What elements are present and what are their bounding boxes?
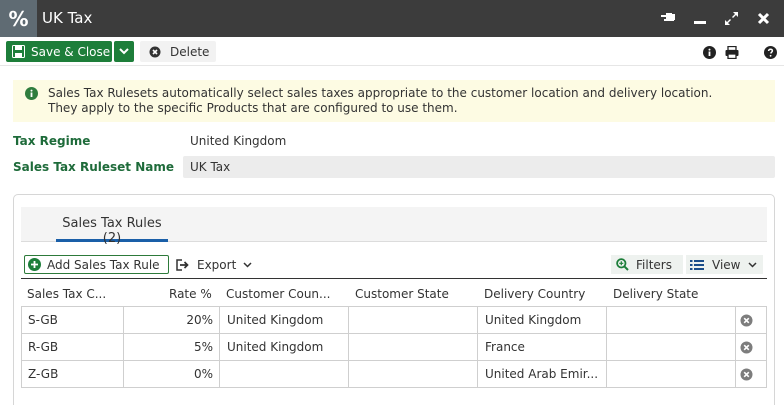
tab-sales-tax-rules[interactable]: Sales Tax Rules (2) [56,207,168,246]
add-sales-tax-rule-label: Add Sales Tax Rule [47,257,160,272]
save-options-button[interactable] [114,41,134,62]
delete-button[interactable]: Delete [140,41,216,62]
toolbar: Save & Close Delete [0,37,784,66]
tax-regime-value: United Kingdom [190,134,287,148]
info-banner: Sales Tax Rulesets automatically select … [13,80,775,122]
ruleset-name-label: Sales Tax Ruleset Name [13,160,174,174]
close-icon[interactable] [752,7,774,29]
cell-customer-state [356,307,474,333]
info-icon[interactable] [701,44,717,60]
delete-icon [149,46,161,58]
cell-customer-state [356,361,474,387]
search-icon [616,258,629,271]
column-header-delivery-state[interactable]: Delivery State [613,287,698,301]
remove-row-icon[interactable] [740,368,753,381]
column-header-sales-tax-code[interactable]: Sales Tax C... [27,287,106,301]
list-icon [690,259,704,271]
export-button[interactable]: Export [176,255,252,274]
minimize-icon[interactable] [689,7,711,29]
cell-delivery-country: United Kingdom [485,313,582,327]
cell-delivery-state [614,361,732,387]
title-bar: % UK Tax [0,0,784,37]
cell-rate: 0% [193,367,213,381]
pin-icon[interactable] [658,7,680,29]
grid-body: S-GB 20% United Kingdom United Kingdom R… [21,306,767,388]
table-row[interactable]: R-GB 5% United Kingdom France [21,334,767,361]
add-sales-tax-rule-button[interactable]: Add Sales Tax Rule [24,255,169,274]
column-header-customer-country[interactable]: Customer Coun... [226,287,330,301]
chevron-down-icon [748,261,758,268]
print-icon[interactable] [724,44,740,60]
table-row[interactable]: Z-GB 0% United Arab Emir... [21,361,767,388]
export-label: Export [197,257,237,272]
ruleset-name-field[interactable]: UK Tax [183,156,775,178]
save-close-label: Save & Close [31,44,111,59]
cell-rate: 5% [193,340,213,354]
info-line-2: They apply to the specific Products that… [48,101,458,115]
cell-customer-country [227,361,345,387]
rules-panel: Sales Tax Rules (2) Add Sales Tax Rule E… [13,194,775,405]
window-title: UK Tax [42,9,93,27]
delete-label: Delete [170,44,210,59]
save-close-button[interactable]: Save & Close [6,41,112,62]
cell-delivery-state [614,334,732,360]
chevron-down-icon [243,261,252,268]
info-line-1: Sales Tax Rulesets automatically select … [48,86,713,100]
column-header-delivery-country[interactable]: Delivery Country [484,287,585,301]
remove-row-icon[interactable] [740,341,753,354]
chevron-down-icon [119,48,129,55]
export-icon [176,258,190,271]
maximize-icon[interactable] [720,7,742,29]
cell-delivery-country: United Arab Emir... [485,367,599,381]
view-label: View [712,257,741,272]
cell-delivery-country: France [485,340,525,354]
column-header-rate[interactable]: Rate % [169,287,212,301]
save-icon [11,45,25,59]
remove-row-icon[interactable] [740,314,753,327]
info-text: Sales Tax Rulesets automatically select … [48,86,712,116]
cell-delivery-state [614,307,732,333]
table-row[interactable]: S-GB 20% United Kingdom United Kingdom [21,307,767,334]
cell-customer-country: United Kingdom [227,340,324,354]
percent-icon: % [0,0,37,37]
cell-code: S-GB [28,313,58,327]
grid-toolbar: Add Sales Tax Rule Export Filters View [21,249,767,279]
filters-label: Filters [636,257,672,272]
cell-customer-country: United Kingdom [227,313,324,327]
cell-rate: 20% [186,313,213,327]
info-icon [25,87,38,103]
add-icon [28,258,41,271]
column-header-customer-state[interactable]: Customer State [355,287,449,301]
cell-code: Z-GB [28,367,59,381]
tab-strip: Sales Tax Rules (2) [21,207,767,246]
cell-code: R-GB [28,340,59,354]
view-button[interactable]: View [686,255,763,274]
help-icon[interactable] [762,44,778,60]
filters-button[interactable]: Filters [611,255,683,274]
tax-regime-label: Tax Regime [13,134,91,148]
cell-customer-state [356,334,474,360]
